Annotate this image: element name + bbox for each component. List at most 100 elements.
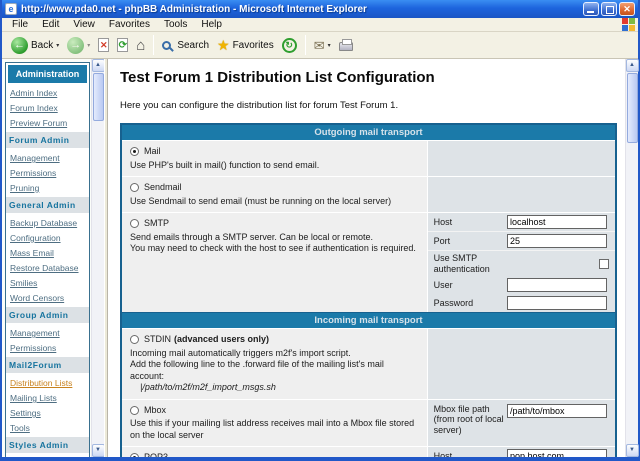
smtp-user-input[interactable]	[507, 278, 607, 292]
history-button[interactable]: ↻	[278, 36, 301, 55]
home-button[interactable]: ⌂	[132, 36, 149, 55]
favorites-button[interactable]: ★ Favorites	[213, 36, 278, 54]
restore-button[interactable]	[601, 2, 617, 16]
toolbar: ← Back ▾ → ▾ ✕ ⟳ ⌂ Search ★ Favorites ↻	[2, 32, 638, 59]
main-scrollbar-thumb[interactable]	[626, 73, 638, 143]
back-button[interactable]: ← Back ▾	[7, 35, 63, 56]
main-content: Test Forum 1 Distribution List Configura…	[108, 59, 625, 457]
menu-tools[interactable]: Tools	[157, 19, 194, 30]
mail-dropdown-icon[interactable]: ▾	[328, 42, 331, 49]
scroll-up-icon[interactable]: ▲	[91, 59, 105, 72]
smtp-radio[interactable]	[130, 219, 139, 229]
search-icon	[162, 40, 172, 50]
sidebar-scrollbar-thumb[interactable]	[92, 73, 104, 121]
back-dropdown-icon[interactable]: ▾	[56, 42, 59, 49]
sidebar-item-add[interactable]: Add	[6, 455, 89, 457]
menu-help[interactable]: Help	[194, 19, 229, 30]
smtp-password-input[interactable]	[507, 296, 607, 310]
mbox-settings-cell: Mbox file path (from root of local serve…	[427, 399, 615, 446]
sidebar-scrollbar[interactable]: ▲ ▼	[91, 59, 105, 457]
close-button[interactable]	[619, 2, 635, 16]
stdin-desc-line1: Incoming mail automatically triggers m2f…	[130, 347, 351, 358]
home-icon: ⌂	[136, 36, 146, 54]
window-title: http://www.pda0.net - phpBB Administrati…	[21, 3, 367, 15]
smtp-label: SMTP	[144, 218, 170, 228]
menu-edit[interactable]: Edit	[35, 19, 66, 30]
forward-dropdown-icon[interactable]: ▾	[87, 42, 90, 49]
sidebar-item-mass-email[interactable]: Mass Email	[6, 245, 89, 260]
sidebar-item-forum-permissions[interactable]: Permissions	[6, 165, 89, 180]
mbox-radio[interactable]	[130, 405, 139, 415]
outgoing-section-header: Outgoing mail transport	[122, 125, 615, 140]
back-icon: ←	[11, 36, 28, 54]
sidebar-item-group-permissions[interactable]: Permissions	[6, 340, 89, 355]
menu-file[interactable]: File	[5, 19, 35, 30]
mbox-path-input[interactable]	[507, 403, 607, 418]
mail-button[interactable]: ✉ ▾	[310, 37, 335, 54]
pop3-settings-cell: Host Port User Password	[427, 447, 615, 457]
sidebar-header-forum-admin: Forum Admin	[6, 132, 89, 148]
sidebar-item-group-management[interactable]: Management	[6, 325, 89, 340]
smtp-password-label: Password	[433, 297, 474, 308]
sidebar-header-general-admin: General Admin	[6, 197, 89, 213]
stop-button[interactable]: ✕	[94, 36, 113, 54]
search-button[interactable]: Search	[158, 38, 213, 53]
sidebar-item-backup-database[interactable]: Backup Database	[6, 215, 89, 230]
sidebar-item-word-censors[interactable]: Word Censors	[6, 290, 89, 305]
sidebar-header-styles-admin: Styles Admin	[6, 437, 89, 453]
sidebar-item-forum-management[interactable]: Management	[6, 150, 89, 165]
mail-radio[interactable]	[130, 147, 139, 157]
sidebar-item-settings[interactable]: Settings	[6, 405, 89, 420]
sidebar-item-forum-index[interactable]: Forum Index	[6, 100, 89, 115]
minimize-button[interactable]	[583, 2, 599, 16]
mbox-option-cell: Mbox Use this if your mailing list addre…	[122, 399, 428, 446]
smtp-auth-checkbox[interactable]	[599, 258, 609, 269]
mbox-path-note: (from root of local server)	[433, 414, 504, 435]
pop3-label: POP3	[144, 452, 169, 457]
print-button[interactable]	[335, 37, 357, 53]
refresh-button[interactable]: ⟳	[113, 36, 132, 54]
smtp-desc-line2: You may need to check with the host to s…	[130, 243, 416, 253]
stdin-code-path: |/path/to/m2f/m2f_import_msgs.sh	[140, 382, 276, 392]
mail-option-cell: Mail Use PHP's built in mail() function …	[122, 141, 428, 176]
sidebar-item-tools[interactable]: Tools	[6, 420, 89, 435]
menu-favorites[interactable]: Favorites	[102, 19, 157, 30]
mail-row: Mail Use PHP's built in mail() function …	[122, 140, 615, 176]
sidebar-item-admin-index[interactable]: Admin Index	[6, 85, 89, 100]
sidebar-item-restore-database[interactable]: Restore Database	[6, 260, 89, 275]
search-label: Search	[177, 39, 210, 51]
sendmail-radio[interactable]	[130, 183, 139, 193]
smtp-port-input[interactable]	[507, 234, 607, 248]
sidebar-item-pruning[interactable]: Pruning	[6, 180, 89, 195]
refresh-icon: ⟳	[117, 38, 129, 52]
incoming-section-header: Incoming mail transport	[122, 312, 615, 328]
content-frames: Administration Admin Index Forum Index P…	[2, 59, 639, 457]
sidebar-nav-box: Administration Admin Index Forum Index P…	[5, 62, 90, 457]
config-table: Outgoing mail transport Mail Use PHP's b…	[120, 123, 617, 457]
sidebar-item-preview-forum[interactable]: Preview Forum	[6, 115, 89, 130]
scroll-down-icon[interactable]: ▼	[91, 444, 105, 457]
print-icon	[338, 39, 353, 51]
sidebar-item-smilies[interactable]: Smilies	[6, 275, 89, 290]
sidebar-item-configuration[interactable]: Configuration	[6, 230, 89, 245]
mbox-label: Mbox	[144, 404, 167, 415]
smtp-port-label: Port	[433, 235, 451, 246]
main-scrollbar[interactable]: ▲ ▼	[625, 59, 639, 457]
scroll-down-icon[interactable]: ▼	[625, 444, 639, 457]
forward-button[interactable]: → ▾	[63, 35, 94, 56]
smtp-option-cell: SMTP Send emails through a SMTP server. …	[122, 213, 428, 312]
sidebar-item-mailing-lists[interactable]: Mailing Lists	[6, 390, 89, 405]
pop3-host-input[interactable]	[507, 449, 607, 457]
pop3-row: POP3 Receive emails from a standard POP3…	[122, 446, 615, 457]
stdin-radio[interactable]	[130, 335, 139, 345]
menu-view[interactable]: View	[66, 19, 102, 30]
mbox-row: Mbox Use this if your mailing list addre…	[122, 398, 615, 446]
mbox-desc: Use this if your mailing list address re…	[130, 418, 415, 440]
pop3-radio[interactable]	[130, 453, 139, 457]
mail-desc: Use PHP's built in mail() function to se…	[130, 159, 320, 170]
smtp-host-input[interactable]	[507, 215, 607, 229]
sidebar-item-distribution-lists[interactable]: Distribution Lists	[6, 375, 89, 390]
smtp-settings-cell: Host Port Use SMTP authentication U	[427, 213, 615, 312]
stdin-label: STDIN	[144, 334, 171, 344]
scroll-up-icon[interactable]: ▲	[625, 59, 639, 72]
